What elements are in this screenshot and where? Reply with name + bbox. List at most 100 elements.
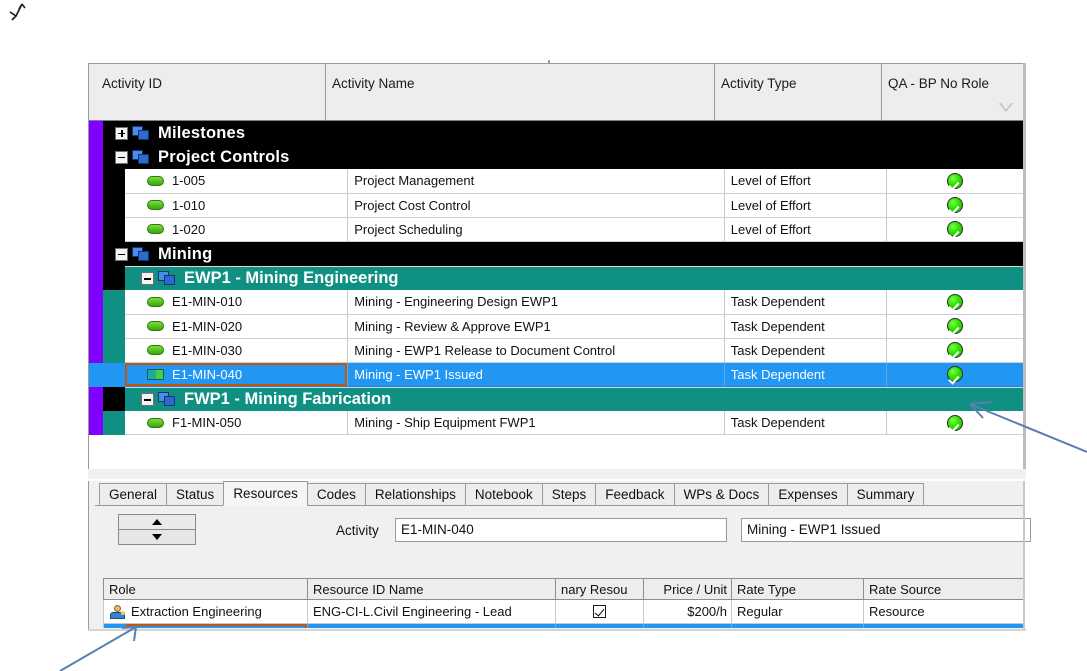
collapse-icon[interactable] [115,150,128,164]
cell-activity-id[interactable]: E1-MIN-040 [125,362,349,388]
cell-activity-id[interactable]: E1-MIN-020 [125,314,349,339]
table-row[interactable]: E1-MIN-040 Mining - EWP1 Issued Task Depen… [89,362,1024,388]
pane-splitter[interactable] [88,469,1026,479]
resources-column-header-nary-resou[interactable]: nary Resou [556,578,644,600]
column-header-activity-id[interactable]: Activity ID [96,64,326,121]
cell-activity-type[interactable]: Level of Effort [724,193,887,218]
tab-notebook[interactable]: Notebook [464,483,543,506]
tab-expenses[interactable]: Expenses [768,483,848,506]
cell-activity-id[interactable]: E1-MIN-010 [125,290,349,315]
tab-general[interactable]: General [99,483,168,506]
resource-cell-rate-source[interactable]: Resource [864,624,1024,628]
sort-indicator-icon[interactable] [999,103,1013,112]
cell-activity-type[interactable]: Level of Effort [724,169,887,194]
wbs-level2-band[interactable]: FWP1 - Mining Fabrication [125,387,1024,412]
tab-resources[interactable]: Resources [223,481,308,506]
cell-qa-status[interactable] [886,193,1024,218]
cell-qa-status[interactable] [886,411,1024,436]
tab-relationships[interactable]: Relationships [364,483,466,506]
record-navigator-down-button[interactable] [119,530,195,544]
cell-activity-type[interactable]: Task Dependent [724,290,887,315]
row-indent [103,362,125,388]
cell-activity-name[interactable]: Project Management [348,169,725,194]
table-row[interactable]: 1-020 Project Scheduling Level of Effort [89,217,1024,242]
resource-cell-rate-source[interactable]: Resource [864,600,1024,624]
cell-qa-status[interactable] [886,338,1024,363]
table-row[interactable]: E1-MIN-010 Mining - Engineering Design EW… [89,290,1024,315]
cell-activity-id[interactable]: E1-MIN-030 [125,338,349,363]
table-row[interactable]: 1-010 Project Cost Control Level of Effort [89,193,1024,218]
cell-qa-status[interactable] [886,362,1024,388]
activity-id-input[interactable]: E1-MIN-040 [395,518,727,542]
cell-qa-status[interactable] [886,169,1024,194]
expand-icon[interactable] [115,126,128,140]
record-navigator[interactable] [118,514,196,545]
resources-column-header-price-unit[interactable]: Price / Unit [644,578,732,600]
collapse-icon[interactable] [115,247,128,261]
cell-activity-name[interactable]: Project Scheduling [348,217,725,242]
cell-activity-id-text: 1-010 [172,197,206,213]
tab-status[interactable]: Status [166,483,225,506]
table-row[interactable]: 1-005 Project Management Level of Effort [89,169,1024,194]
cell-qa-status[interactable] [886,217,1024,242]
resource-cell-price-unit[interactable]: $200/h [644,600,732,624]
row-indent [103,169,125,194]
cell-activity-id[interactable]: F1-MIN-050 [125,411,349,436]
resource-cell-rate-type[interactable]: Regular [732,600,864,624]
tab-feedback[interactable]: Feedback [595,483,675,506]
wbs-row: Milestones [89,121,1024,146]
column-header-qa-bp-no-role[interactable]: QA - BP No Role [882,64,1024,121]
cell-activity-name[interactable]: Mining - EWP1 Issued [348,362,725,388]
cell-activity-name[interactable]: Mining - Review & Approve EWP1 [348,314,725,339]
cell-activity-id[interactable]: 1-010 [125,193,349,218]
tab-steps[interactable]: Steps [541,483,597,506]
wbs-folder-front-square [138,129,149,140]
wbs-level1-band[interactable]: Milestones [103,121,1024,146]
cell-activity-name[interactable]: Mining - Engineering Design EWP1 [348,290,725,315]
wbs-level1-band[interactable]: Mining [103,241,1024,267]
column-header-activity-type[interactable]: Activity Type [715,64,882,121]
cell-activity-type[interactable]: Task Dependent [724,362,887,388]
tab-codes[interactable]: Codes [306,483,366,506]
resource-cell-primary[interactable] [556,624,644,628]
cell-activity-type[interactable]: Task Dependent [724,314,887,339]
resource-row[interactable]: SiteworkEAI-SUBS.EAI - SUBCONTRACTORS $0/… [103,624,1024,628]
cell-activity-type[interactable]: Task Dependent [724,411,887,436]
activity-name-input[interactable]: Mining - EWP1 Issued [741,518,1031,542]
resource-cell-price-unit[interactable]: $0/h [644,624,732,628]
down-arrow-icon [152,534,162,540]
cell-activity-name[interactable]: Mining - Ship Equipment FWP1 [348,411,725,436]
cell-qa-status[interactable] [886,314,1024,339]
cell-activity-type[interactable]: Task Dependent [724,338,887,363]
table-row[interactable]: F1-MIN-050 Mining - Ship Equipment FWP1 Ta… [89,411,1024,436]
resource-row[interactable]: Extraction Engineering ENG-CI-L.Civil Eng… [103,600,1024,624]
resource-cell-rate-type[interactable]: Regular [732,624,864,628]
resource-cell-id-name[interactable]: ENG-CI-L.Civil Engineering - Lead [308,600,556,624]
resources-column-header-resource-id-name[interactable]: Resource ID Name [308,578,556,600]
cell-activity-name[interactable]: Mining - EWP1 Release to Document Contro… [348,338,725,363]
row-gutter [89,169,103,194]
resource-cell-role[interactable]: Sitework [103,624,308,628]
cell-qa-status[interactable] [886,290,1024,315]
primary-resource-checkbox[interactable] [593,605,606,618]
table-row[interactable]: E1-MIN-020 Mining - Review & Approve EWP1… [89,314,1024,339]
wbs-level2-band[interactable]: EWP1 - Mining Engineering [125,266,1024,291]
collapse-icon[interactable] [141,272,154,286]
resource-cell-role[interactable]: Extraction Engineering [103,600,308,624]
wbs-level1-band[interactable]: Project Controls [103,145,1024,170]
table-row[interactable]: E1-MIN-030 Mining - EWP1 Release to Docum… [89,338,1024,363]
resources-column-header-rate-source[interactable]: Rate Source [864,578,1024,600]
record-navigator-up-button[interactable] [119,515,195,530]
cell-activity-name[interactable]: Project Cost Control [348,193,725,218]
cell-activity-id[interactable]: 1-020 [125,217,349,242]
column-header-activity-name[interactable]: Activity Name [326,64,715,121]
resource-cell-id-name[interactable]: EAI-SUBS.EAI - SUBCONTRACTORS [308,624,556,628]
resources-column-header-rate-type[interactable]: Rate Type [732,578,864,600]
resources-column-header-role[interactable]: Role [103,578,308,600]
cell-activity-type[interactable]: Level of Effort [724,217,887,242]
resource-cell-primary[interactable] [556,600,644,624]
cell-activity-id[interactable]: 1-005 [125,169,349,194]
tab-wps-docs[interactable]: WPs & Docs [673,483,770,506]
collapse-icon[interactable] [141,393,154,407]
tab-summary[interactable]: Summary [846,483,925,506]
